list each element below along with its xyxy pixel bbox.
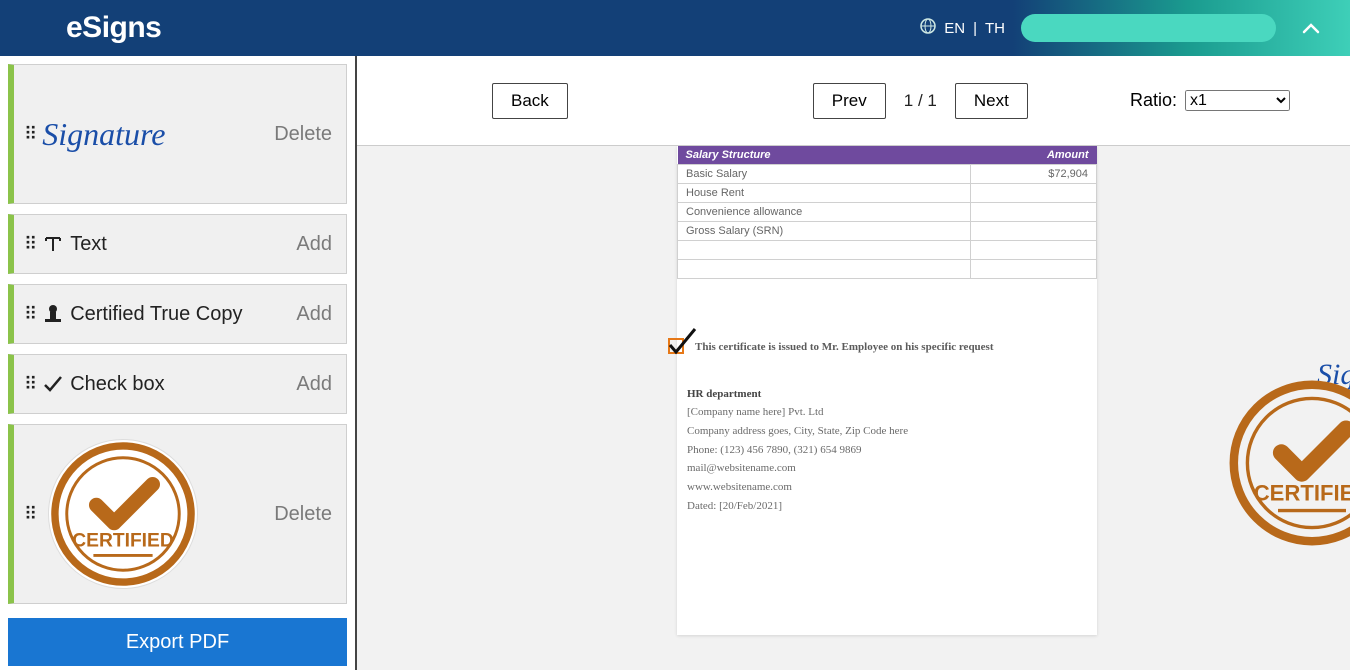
language-switch[interactable]: EN | TH bbox=[920, 18, 1005, 38]
ctc-label: Certified True Copy bbox=[70, 303, 242, 326]
table-row: Gross Salary (SRN) bbox=[678, 221, 1097, 240]
sidebar-item-stamp[interactable]: ⠿ CERTIFIED Delete bbox=[8, 424, 347, 604]
drag-handle-icon[interactable]: ⠿ bbox=[24, 124, 34, 145]
svg-text:CERTIFIED: CERTIFIED bbox=[72, 531, 174, 552]
hr-department-block: HR department [Company name here] Pvt. L… bbox=[687, 385, 1097, 516]
drag-handle-icon[interactable]: ⠿ bbox=[24, 374, 34, 395]
lang-th[interactable]: TH bbox=[985, 20, 1005, 37]
sidebar-item-certified-true-copy[interactable]: ⠿ Certified True Copy Add bbox=[8, 284, 347, 344]
text-label: Text bbox=[70, 233, 107, 256]
document-page: Salary StructureAmount Basic Salary$72,9… bbox=[677, 146, 1097, 635]
ratio-select[interactable]: x1 bbox=[1185, 90, 1290, 111]
header-pill[interactable] bbox=[1021, 14, 1276, 42]
checkbox-label: Check box bbox=[70, 373, 165, 396]
app-logo: eSigns bbox=[66, 11, 161, 45]
globe-icon bbox=[920, 18, 936, 38]
sidebar-item-checkbox[interactable]: ⠿ Check box Add bbox=[8, 354, 347, 414]
lang-en[interactable]: EN bbox=[944, 20, 965, 37]
certified-stamp-preview: CERTIFIED bbox=[48, 439, 198, 589]
drag-handle-icon[interactable]: ⠿ bbox=[24, 234, 34, 255]
table-row: House Rent bbox=[678, 183, 1097, 202]
document-viewport[interactable]: Salary StructureAmount Basic Salary$72,9… bbox=[357, 146, 1350, 670]
prev-button[interactable]: Prev bbox=[813, 83, 886, 119]
table-row bbox=[678, 259, 1097, 278]
delete-button[interactable]: Delete bbox=[274, 503, 332, 526]
stamp-icon bbox=[42, 303, 64, 325]
app-header: eSigns EN | TH bbox=[0, 0, 1350, 56]
add-button[interactable]: Add bbox=[296, 373, 332, 396]
page-indicator: 1 / 1 bbox=[904, 91, 937, 111]
delete-button[interactable]: Delete bbox=[274, 123, 332, 146]
content-area: Back Prev 1 / 1 Next Ratio: x1 Salary St… bbox=[357, 56, 1350, 670]
checkbox-overlay-icon[interactable] bbox=[665, 327, 693, 353]
chevron-up-icon[interactable] bbox=[1292, 17, 1330, 40]
drag-handle-icon[interactable]: ⠿ bbox=[24, 304, 34, 325]
signature-label: Signature bbox=[42, 116, 165, 153]
check-icon bbox=[42, 373, 64, 395]
table-row: Basic Salary$72,904 bbox=[678, 164, 1097, 183]
toolbar: Back Prev 1 / 1 Next Ratio: x1 bbox=[357, 56, 1350, 146]
text-icon bbox=[42, 233, 64, 255]
add-button[interactable]: Add bbox=[296, 233, 332, 256]
sidebar-item-text[interactable]: ⠿ Text Add bbox=[8, 214, 347, 274]
svg-text:CERTIFIED: CERTIFIED bbox=[1254, 480, 1350, 505]
export-pdf-button[interactable]: Export PDF bbox=[8, 618, 347, 666]
drag-handle-icon[interactable]: ⠿ bbox=[24, 504, 34, 525]
salary-table: Salary StructureAmount Basic Salary$72,9… bbox=[677, 146, 1097, 279]
ratio-label: Ratio: bbox=[1130, 90, 1177, 111]
table-row: Convenience allowance bbox=[678, 202, 1097, 221]
back-button[interactable]: Back bbox=[492, 83, 568, 119]
sidebar: ⠿ Signature Delete ⠿ Text Add ⠿ Certifie… bbox=[0, 56, 357, 670]
next-button[interactable]: Next bbox=[955, 83, 1028, 119]
sidebar-item-signature[interactable]: ⠿ Signature Delete bbox=[8, 64, 347, 204]
certified-stamp-overlay[interactable]: CERTIFIED bbox=[1227, 378, 1350, 548]
certificate-line: This certificate is issued to Mr. Employ… bbox=[665, 327, 1097, 353]
table-row bbox=[678, 240, 1097, 259]
add-button[interactable]: Add bbox=[296, 303, 332, 326]
